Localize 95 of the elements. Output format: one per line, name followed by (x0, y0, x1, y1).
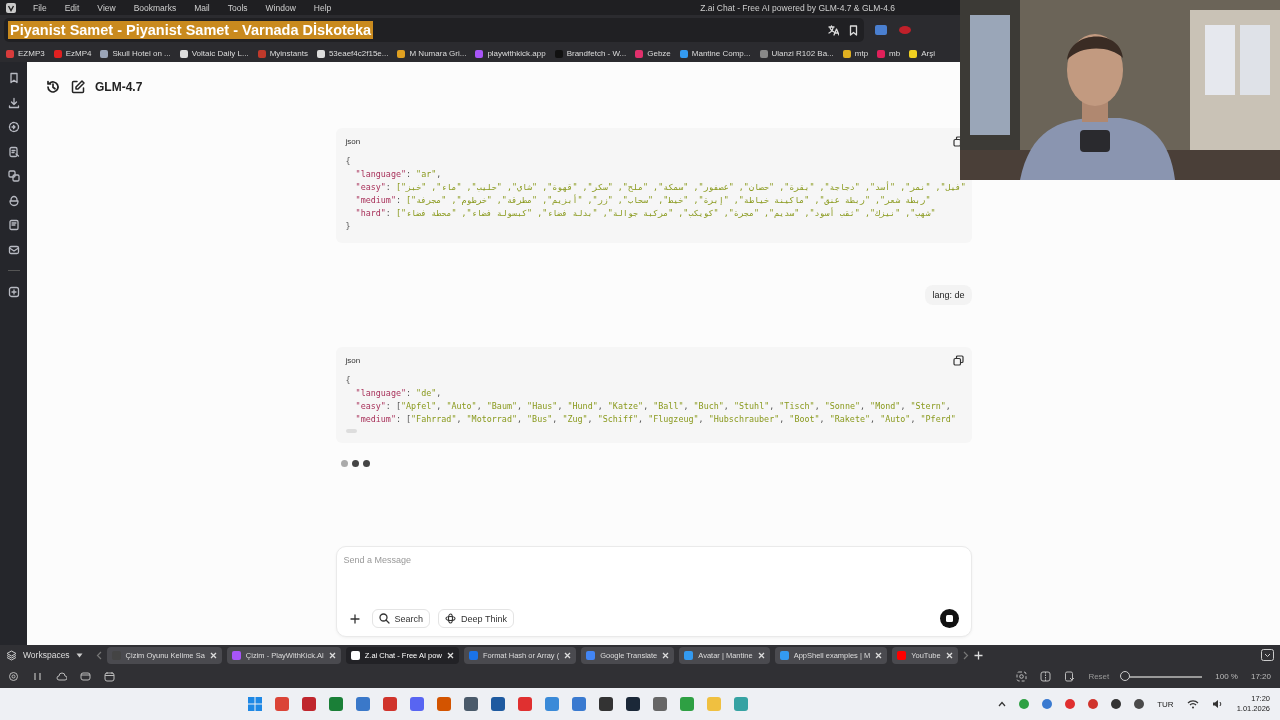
menu-item[interactable]: Tools (218, 2, 257, 13)
bookmark-item[interactable]: Skull Hotel on ... (100, 49, 171, 58)
volume-icon[interactable] (1211, 699, 1224, 709)
history-icon[interactable] (7, 121, 20, 133)
tray-caret-icon[interactable] (998, 701, 1007, 707)
back-icon[interactable] (95, 650, 102, 660)
download-icon[interactable] (7, 96, 20, 109)
bookmark-item[interactable]: playwithkick.app (475, 49, 546, 58)
keyboard-language[interactable]: TUR (1157, 699, 1174, 709)
layers-icon (6, 649, 17, 661)
close-icon[interactable] (209, 651, 217, 659)
workspaces-button[interactable]: Workspaces (6, 649, 83, 661)
close-icon[interactable] (446, 651, 454, 659)
mail-icon[interactable] (7, 243, 20, 256)
user-message: lang: de (925, 285, 972, 305)
bookmark-item[interactable]: 53eaef4c2f15e... (316, 49, 389, 58)
bookmark-item[interactable]: Arşi (909, 49, 935, 58)
app-icon[interactable] (490, 697, 505, 711)
pause-icon[interactable] (32, 671, 43, 682)
page-actions-icon[interactable] (1064, 671, 1076, 682)
tiling-icon[interactable] (1040, 671, 1052, 682)
forward-icon[interactable] (962, 650, 969, 660)
settings-icon[interactable] (8, 671, 19, 682)
caret-icon (75, 652, 83, 658)
menu-item[interactable]: File (24, 2, 56, 13)
translate-icon[interactable] (828, 24, 839, 36)
code-line: "medium": ["Fahrrad", "Motorrad", "Bus", "Zug", "Schiff", "Flugzeug", "Hubschrauber", "Boot", "Rakete", "Auto", "Pferd" (354, 413, 956, 426)
plus-icon[interactable] (349, 613, 360, 624)
app-icon[interactable] (625, 697, 640, 711)
close-icon[interactable] (875, 651, 883, 659)
window-panel-icon[interactable] (1261, 649, 1274, 661)
windows-start-icon[interactable] (247, 697, 262, 711)
app-icon[interactable] (463, 697, 478, 711)
code-line: { (345, 374, 351, 387)
clock: 17:20 (1250, 672, 1271, 681)
bookmark-item[interactable]: mb (877, 49, 901, 58)
app-icon[interactable] (598, 697, 613, 711)
tray-app-icon[interactable] (1111, 699, 1122, 709)
menu-item[interactable]: Window (256, 2, 305, 13)
deep-think-button[interactable]: Deep Think (438, 609, 514, 628)
reset-button[interactable]: Reset (1088, 672, 1110, 681)
translate-icon[interactable] (7, 170, 20, 182)
menu-item[interactable]: Bookmarks (124, 2, 186, 13)
page-title-text: Piyanist Samet - Piyanist Samet - Varnada Dİskoteka (8, 21, 374, 39)
atom-icon (445, 613, 457, 624)
notes-icon[interactable] (7, 145, 20, 158)
bookmark-item[interactable]: Ulanzi R102 Ba... (759, 49, 834, 58)
close-icon[interactable] (328, 651, 336, 659)
menu-item[interactable]: Edit (55, 2, 89, 13)
menu-item[interactable]: Help (304, 2, 341, 13)
extension-icon[interactable] (874, 24, 888, 36)
bookmark-item[interactable]: EzMP4 (53, 49, 92, 58)
bookmark-item[interactable]: M Numara Gri... (397, 49, 467, 58)
close-icon[interactable] (662, 651, 670, 659)
bookmark-icon[interactable] (7, 72, 20, 84)
close-icon[interactable] (945, 651, 953, 659)
bookmark-item[interactable]: Voltaic Daily L... (179, 49, 249, 58)
message-input[interactable]: Send a Message (343, 553, 959, 567)
code-line: "language": "de", (354, 387, 442, 400)
menu-item[interactable]: View (88, 2, 125, 13)
close-icon[interactable] (757, 651, 765, 659)
code-language-label: json (345, 355, 361, 365)
stop-button[interactable] (939, 609, 959, 628)
bookmark-item[interactable]: mtp (842, 49, 869, 58)
code-language-label: json (345, 136, 361, 146)
capture-icon[interactable] (1016, 671, 1028, 682)
tray-app-icon[interactable] (1134, 699, 1145, 709)
wifi-icon[interactable] (1186, 699, 1199, 709)
bowl-icon[interactable] (7, 194, 20, 207)
mail-icon[interactable] (80, 671, 91, 682)
bookmark-item[interactable]: Brandfetch - W... (554, 49, 627, 58)
search-icon (378, 613, 390, 624)
cloud-icon[interactable] (56, 671, 67, 682)
new-chat-icon[interactable] (70, 79, 86, 95)
zoom-level: 100 % (1215, 672, 1238, 681)
book-icon[interactable] (7, 219, 20, 231)
bookmark-item[interactable]: Myinstants (257, 49, 308, 58)
bookmark-item[interactable]: EZMP3 (6, 49, 45, 58)
code-line: } (345, 220, 351, 233)
add-panel-icon[interactable] (7, 285, 20, 298)
menu-item[interactable]: Mail (185, 2, 219, 13)
calendar-icon[interactable] (104, 671, 115, 682)
code-line: "language": "ar", (354, 168, 442, 181)
search-button[interactable]: Search (371, 609, 431, 628)
code-line: "easy": ["Apfel", "Auto", "Baum", "Haus", "Hund", "Katze", "Ball", "Buch", "Stuhl", "Tisch", "Sonne", "Mond", "Stern", (354, 400, 951, 413)
history-icon[interactable] (45, 79, 61, 95)
bookmark-item[interactable]: Gebze (635, 49, 671, 58)
new-tab-icon[interactable] (973, 650, 983, 660)
window-title: Z.ai Chat - Free AI powered by GLM-4.7 & GLM-4.6 (700, 2, 895, 13)
bookmark-icon[interactable] (849, 24, 858, 36)
model-name[interactable]: GLM-4.7 (95, 80, 143, 94)
code-line: { (345, 155, 351, 168)
bookmark-item[interactable]: Mantine Comp... (679, 49, 751, 58)
close-icon[interactable] (564, 651, 572, 659)
copy-icon[interactable] (952, 354, 964, 366)
